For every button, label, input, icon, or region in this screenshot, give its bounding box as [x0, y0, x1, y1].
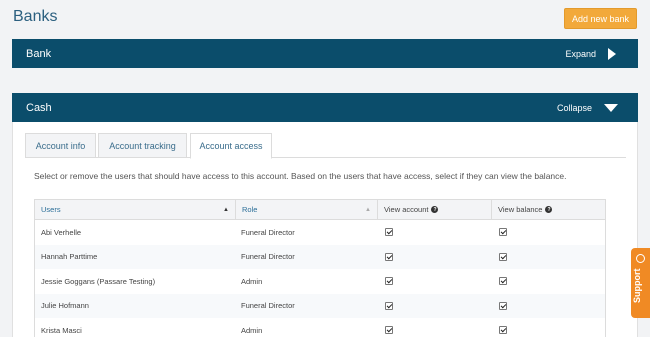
table-row: Krista Masci Admin [35, 318, 605, 337]
user-name: Julie Hofmann [41, 301, 89, 311]
help-icon[interactable]: ? [545, 206, 553, 213]
user-role: Admin [241, 276, 263, 286]
bank-panel-title: Bank [26, 47, 52, 60]
role-column-header[interactable]: Role ▲ [235, 200, 377, 219]
view-balance-checkbox[interactable] [499, 326, 507, 335]
table-row: Abi Verhelle Funeral Director [35, 220, 605, 245]
bank-panel-header[interactable]: Bank Expand [12, 39, 638, 68]
view-account-checkbox[interactable] [385, 326, 393, 335]
user-role: Admin [241, 325, 263, 335]
view-balance-checkbox[interactable] [499, 228, 507, 237]
view-account-checkbox[interactable] [385, 252, 393, 261]
caret-down-icon [604, 103, 618, 112]
collapse-label: Collapse [556, 102, 592, 113]
tab-account-access[interactable]: Account access [190, 133, 272, 159]
user-role: Funeral Director [241, 301, 295, 311]
table-row: Jessie Goggans (Passare Testing) Admin [35, 269, 605, 294]
view-balance-checkbox[interactable] [499, 252, 507, 261]
access-description: Select or remove the users that should h… [34, 171, 567, 181]
collapse-toggle[interactable]: Collapse [557, 103, 624, 113]
cash-panel-title: Cash [26, 101, 52, 114]
user-name: Jessie Goggans (Passare Testing) [41, 276, 156, 286]
tab-bar: Account info Account tracking Account ac… [25, 133, 626, 159]
sort-icon: ▲ [365, 206, 371, 213]
access-table: Users ▲ Role ▲ View account ? View balan… [34, 199, 606, 337]
support-tab[interactable]: Support [631, 248, 650, 318]
view-account-checkbox[interactable] [385, 277, 393, 286]
table-row: Julie Hofmann Funeral Director [35, 293, 605, 318]
user-name: Abi Verhelle [41, 227, 82, 237]
cash-panel-header[interactable]: Cash Collapse [12, 93, 638, 122]
support-label: Support [632, 268, 642, 304]
sort-ascending-icon: ▲ [223, 206, 229, 213]
view-account-checkbox[interactable] [385, 301, 393, 310]
cash-panel-body: Account info Account tracking Account ac… [12, 122, 638, 337]
help-icon[interactable]: ? [431, 206, 439, 213]
user-role: Funeral Director [241, 227, 295, 237]
page-title: Banks [13, 8, 58, 25]
view-balance-checkbox[interactable] [499, 277, 507, 286]
tab-account-tracking[interactable]: Account tracking [98, 133, 187, 158]
add-new-bank-button[interactable]: Add new bank [564, 8, 637, 29]
table-header-row: Users ▲ Role ▲ View account ? View balan… [35, 200, 605, 220]
user-name: Krista Masci [41, 325, 82, 335]
caret-right-icon [608, 47, 616, 60]
user-role: Funeral Director [241, 252, 295, 262]
tab-account-info[interactable]: Account info [25, 133, 96, 158]
view-balance-checkbox[interactable] [499, 301, 507, 310]
expand-label: Expand [565, 48, 596, 59]
support-icon [636, 254, 645, 263]
user-name: Hannah Parttime [41, 252, 98, 262]
table-row: Hannah Parttime Funeral Director [35, 244, 605, 269]
expand-toggle[interactable]: Expand [565, 47, 624, 60]
view-account-checkbox[interactable] [385, 228, 393, 237]
view-account-column-header: View account ? [377, 200, 491, 219]
view-balance-column-header: View balance ? [491, 200, 605, 219]
users-column-header[interactable]: Users ▲ [35, 200, 235, 219]
